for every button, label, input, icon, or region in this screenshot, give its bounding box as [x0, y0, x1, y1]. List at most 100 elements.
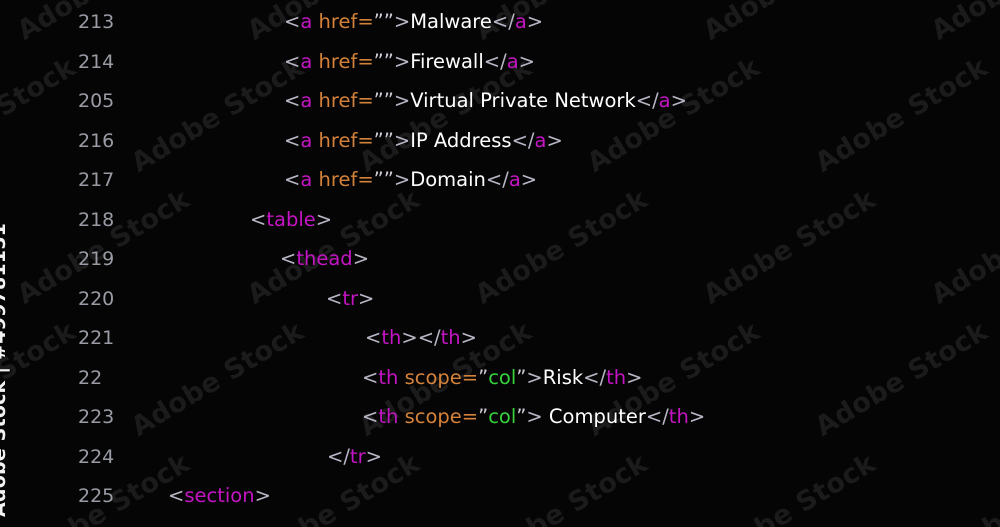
- token-tag: th: [668, 405, 689, 428]
- code-line[interactable]: 217 <a href=””>Domain</a>: [0, 166, 1000, 206]
- token-tag: a: [658, 89, 671, 112]
- token-tag: a: [300, 128, 313, 152]
- line-content[interactable]: <a href=””>Domain</a>: [284, 166, 537, 194]
- token-string: ”: [478, 365, 489, 389]
- line-number: 219: [78, 248, 115, 270]
- token-tag: th: [378, 365, 399, 389]
- code-editor-content: 213 <a href=””>Malware</a> 214 <a href=””>F…: [0, 0, 1000, 527]
- token-tag: th: [381, 326, 402, 349]
- line-number: 205: [78, 90, 115, 112]
- code-line[interactable]: 214 <a href=””>Firewall</a>: [0, 48, 1000, 88]
- token-attr: scope: [404, 365, 462, 389]
- token-punct: <: [280, 247, 297, 270]
- token-val: col: [488, 405, 517, 428]
- line-number: 217: [78, 169, 115, 191]
- token-punct: <: [284, 10, 301, 33]
- line-number: 224: [78, 445, 115, 468]
- code-screenshot: Adobe StockAdobe StockAdobe StockAdobe S…: [0, 0, 1000, 527]
- line-content[interactable]: <a href=””>Malware</a>: [284, 8, 543, 36]
- line-content[interactable]: <a href=””>Firewall</a>: [284, 48, 535, 76]
- token-punct: </: [635, 89, 659, 112]
- line-number: 213: [78, 11, 115, 33]
- token-punct: </: [491, 10, 515, 33]
- token-attr: =: [357, 128, 374, 152]
- code-line[interactable]: 22 <th scope=”col”>Risk</th>: [0, 364, 1000, 404]
- token-tag: a: [534, 128, 547, 152]
- token-attr: =: [461, 365, 479, 389]
- token-tag: a: [300, 49, 313, 73]
- token-punct: >: [518, 49, 535, 73]
- token-punct: >: [520, 168, 538, 191]
- token-text: Risk: [542, 365, 584, 389]
- token-string: ”: [478, 405, 489, 428]
- line-content[interactable]: <thead>: [280, 245, 369, 273]
- token-tag: a: [300, 168, 313, 191]
- token-punct: >: [393, 89, 411, 112]
- token-attr: href: [318, 49, 358, 73]
- token-tag: th: [606, 365, 627, 389]
- token-punct: <: [168, 484, 185, 507]
- line-content[interactable]: <th scope=”col”> Computer</th>: [362, 403, 705, 431]
- token-punct: </: [327, 444, 350, 468]
- line-number: 226: [78, 522, 124, 527]
- code-line[interactable]: 218 <table>: [0, 206, 1000, 246]
- token-punct: <: [284, 49, 301, 73]
- token-tag: a: [514, 10, 527, 33]
- line-content[interactable]: <a href=””>Virtual Private Network</a>: [284, 87, 687, 115]
- line-content[interactable]: <th></th>: [365, 324, 477, 352]
- token-attr: href: [318, 89, 358, 112]
- line-content[interactable]: <section>: [168, 482, 271, 510]
- token-punct: <: [284, 89, 301, 112]
- token-text: Malware: [410, 10, 492, 33]
- code-line[interactable]: 219 <thead>: [0, 245, 1000, 285]
- token-punct: >: [393, 128, 411, 152]
- token-tag: thead: [296, 247, 353, 270]
- code-line[interactable]: 213 <a href=””>Malware</a>: [0, 8, 1000, 48]
- line-number: 221: [78, 327, 115, 349]
- token-tag: section: [184, 484, 255, 507]
- code-line[interactable]: 223 <th scope=”col”> Computer</th>: [0, 403, 1000, 443]
- line-content[interactable]: <th scope=”col”>Risk</th>: [362, 364, 642, 392]
- code-line[interactable]: 205 <a href=””>Virtual Private Network</a…: [0, 87, 1000, 127]
- token-tag: table: [266, 207, 316, 231]
- code-line[interactable]: 224 </tr>: [0, 443, 1000, 483]
- line-content[interactable]: <a href=””>IP Address</a>: [284, 127, 563, 155]
- code-line[interactable]: 221 <th></th>: [0, 324, 1000, 364]
- token-tag: th: [440, 326, 461, 349]
- token-punct: <: [362, 405, 379, 428]
- token-punct: >: [393, 49, 411, 73]
- code-line[interactable]: 216 <a href=””>IP Address</a>: [0, 127, 1000, 167]
- token-punct: </: [511, 128, 535, 152]
- token-punct: <: [250, 207, 267, 231]
- token-attr: href: [318, 128, 358, 152]
- token-attr: =: [357, 49, 374, 73]
- token-punct: <: [326, 286, 343, 310]
- code-line[interactable]: 225 <section>: [0, 482, 1000, 522]
- line-number: 220: [78, 287, 115, 310]
- token-punct: >: [688, 405, 706, 428]
- token-attr: href: [318, 10, 358, 33]
- line-number: 22: [78, 366, 103, 389]
- token-string: ””: [373, 168, 394, 191]
- token-punct: </: [485, 168, 509, 191]
- token-punct: >: [352, 247, 370, 270]
- token-text: Firewall: [410, 49, 484, 73]
- token-tag: a: [506, 49, 519, 73]
- token-text: IP Address: [410, 128, 512, 152]
- line-content[interactable]: <table>: [250, 206, 332, 234]
- line-number: 225: [78, 485, 115, 507]
- code-line[interactable]: 220 <tr>: [0, 285, 1000, 325]
- token-string: ””: [373, 128, 394, 152]
- token-string: ””: [373, 10, 394, 33]
- code-line[interactable]: 226: [0, 522, 1000, 527]
- token-punct: >: [546, 128, 563, 152]
- token-punct: </: [583, 365, 607, 389]
- line-content[interactable]: </tr>: [327, 443, 382, 471]
- token-tag: a: [300, 10, 313, 33]
- token-attr: scope: [404, 405, 462, 428]
- token-punct: >: [393, 10, 411, 33]
- token-punct: >: [254, 484, 271, 507]
- token-punct: >: [626, 365, 643, 389]
- line-content[interactable]: <tr>: [326, 285, 374, 313]
- token-punct: >: [460, 326, 477, 349]
